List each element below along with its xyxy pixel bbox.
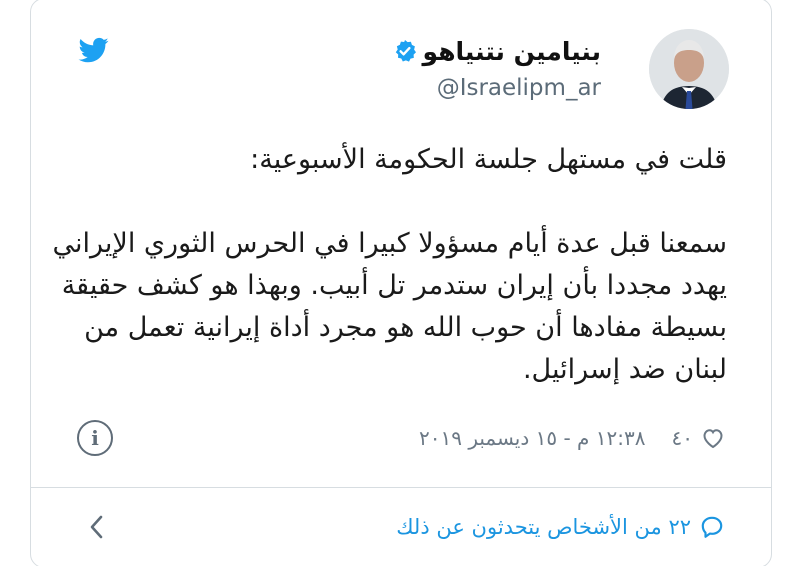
tweet-paragraph-main: سمعنا قبل عدة أيام مسؤولا كبيرا في الحرس… — [52, 228, 728, 385]
avatar-portrait-image — [649, 29, 729, 109]
tweet-timestamp[interactable]: ١٢:٣٨ م - ١٥ ديسمبر ٢٠١٩ — [419, 426, 646, 450]
tweet-paragraph-intro: قلت في مستهل جلسة الحكومة الأسبوعية: — [250, 144, 727, 175]
author-name-row[interactable]: بنيامين نتنياهو — [393, 33, 601, 69]
avatar[interactable] — [649, 29, 729, 109]
tweet-card[interactable]: بنيامين نتنياهو @Israelipm_ar قلت في مست… — [30, 0, 772, 566]
display-name[interactable]: بنيامين نتنياهو — [423, 37, 601, 66]
user-handle[interactable]: @Israelipm_ar — [437, 75, 601, 101]
speech-bubble-icon — [701, 516, 723, 538]
footer-divider — [31, 487, 771, 488]
tweet-text: قلت في مستهل جلسة الحكومة الأسبوعية: سمع… — [37, 139, 728, 391]
conversation-link[interactable]: ٢٢ من الأشخاص يتحدثون عن ذلك — [396, 509, 725, 545]
verified-badge-icon — [395, 40, 416, 62]
twitter-bird-icon[interactable] — [77, 35, 111, 65]
like-button[interactable]: ٤٠ — [672, 426, 725, 450]
tweet-meta: ٤٠ ١٢:٣٨ م - ١٥ ديسمبر ٢٠١٩ — [419, 421, 725, 455]
conversation-text[interactable]: ٢٢ من الأشخاص يتحدثون عن ذلك — [396, 515, 691, 539]
info-icon[interactable]: i — [77, 420, 113, 456]
chevron-left-icon[interactable] — [87, 513, 107, 541]
heart-icon[interactable] — [701, 426, 725, 450]
likes-count: ٤٠ — [671, 426, 693, 450]
